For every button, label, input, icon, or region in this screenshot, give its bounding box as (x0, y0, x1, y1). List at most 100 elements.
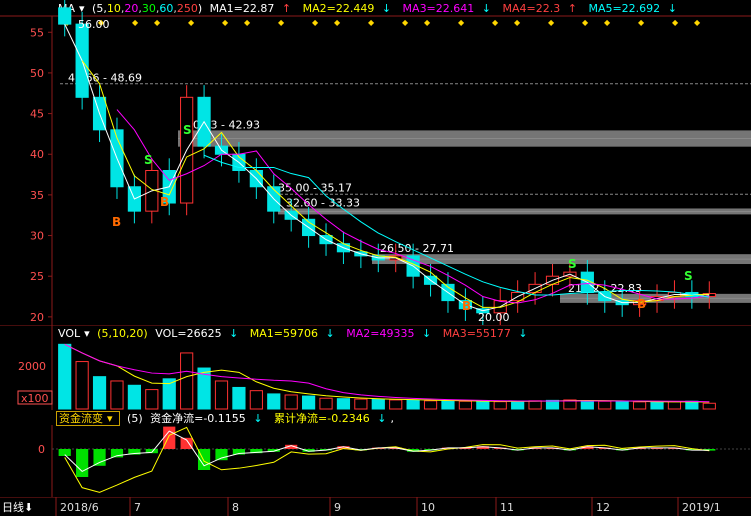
ma5-line (64, 23, 710, 312)
flow-bar (215, 449, 228, 461)
net-flow-value: 资金净流=-0.1155 ↓ (150, 412, 263, 425)
money-flow-chart[interactable]: 0 (0, 425, 751, 497)
vol-ma2-line (64, 343, 710, 403)
volume-bar (545, 399, 560, 410)
volume-bar (110, 380, 124, 410)
event-marker-icon: ◆ (402, 18, 409, 27)
volume-bar (75, 361, 89, 410)
volume-bar (232, 386, 246, 410)
event-marker-icon: ◆ (154, 18, 161, 27)
zone-label: 26.50 - 27.71 (380, 242, 454, 255)
event-marker-icon: ◆ (368, 18, 375, 27)
high-label: 56.00 (78, 18, 110, 31)
volume-bar (458, 400, 472, 410)
date-label: 12 (596, 501, 610, 514)
date-label: 9 (334, 501, 341, 514)
volume-bar (702, 402, 716, 410)
date-label: 7 (134, 501, 141, 514)
event-marker-icon: ◆ (334, 18, 341, 27)
flow-bar (76, 449, 89, 477)
stock-chart-window: MA▾ (5,10,20,30,60,250) MA1=22.87 ↑ MA2=… (0, 0, 751, 516)
volume-bar (319, 397, 333, 410)
buy-signal: B (160, 195, 169, 209)
volume-bar (336, 398, 351, 410)
price-tick-label: 35 (30, 189, 44, 202)
event-marker-icon: ◆ (278, 18, 285, 27)
event-marker-icon: ◆ (672, 18, 679, 27)
cum-flow-value: 累计净流=-0.2346 ↓, (274, 412, 394, 425)
resistance-zone (178, 130, 751, 147)
volume-bar (476, 400, 490, 410)
volume-bar (633, 401, 647, 410)
volume-bar (284, 394, 298, 410)
zone-label: 35.00 - 35.17 (278, 182, 352, 195)
event-marker-icon: ◆ (604, 18, 611, 27)
cum-flow-line (64, 426, 710, 493)
event-marker-icon: ◆ (458, 18, 465, 27)
date-label: 2019/1 (682, 501, 721, 514)
volume-bar (267, 393, 281, 410)
volume-bar (511, 400, 525, 410)
volume-bar (441, 400, 455, 410)
resistance-zone (372, 254, 751, 265)
volume-bar (615, 401, 629, 410)
candle (58, 7, 72, 25)
sell-signal: S (144, 153, 153, 167)
volume-bar (302, 395, 316, 410)
buy-signal: B (462, 299, 471, 313)
date-label: 11 (500, 501, 514, 514)
volume-bar (667, 401, 682, 410)
event-marker-icon: ◆ (514, 18, 521, 27)
event-marker-icon: ◆ (548, 18, 555, 27)
date-label: 8 (232, 501, 239, 514)
flow-header: 资金流变 ▾ (5) 资金净流=-0.1155 ↓ 累计净流=-0.2346 ↓, (56, 411, 402, 426)
volume-bar (354, 398, 368, 410)
event-marker-icon: ◆ (244, 18, 251, 27)
date-label: 2018/6 (60, 501, 99, 514)
event-marker-icon: ◆ (312, 18, 319, 27)
low-label: 20.00 (478, 311, 510, 324)
vol-tick-label: 2000 (18, 360, 46, 373)
date-axis: 2018/6 7 8 9 10 11 12 2019/1 (0, 497, 751, 516)
volume-bar (685, 400, 699, 410)
volume-bar (58, 343, 72, 410)
price-tick-label: 55 (30, 26, 44, 39)
price-chart[interactable]: 5550454035302520◆◆◆◆◆◆◆◆◆◆◆◆◆◆◆◆◆◆◆◆◆◆48… (0, 0, 751, 325)
volume-bar (180, 352, 194, 410)
event-marker-icon: ◆ (694, 18, 701, 27)
event-marker-icon: ◆ (582, 18, 589, 27)
event-marker-icon: ◆ (188, 18, 195, 27)
event-marker-icon: ◆ (132, 18, 139, 27)
zone-label: 40.93 - 42.93 (186, 118, 260, 131)
volume-bar (580, 400, 594, 410)
event-marker-icon: ◆ (424, 18, 431, 27)
volume-bar (92, 376, 107, 410)
volume-bar (249, 390, 263, 410)
sell-signal: S (684, 269, 693, 283)
date-label: 10 (421, 501, 435, 514)
sell-signal: S (183, 123, 192, 137)
volume-bar (371, 398, 385, 410)
event-marker-icon: ◆ (638, 18, 645, 27)
event-marker-icon: ◆ (222, 18, 229, 27)
chevron-down-icon: ▾ (107, 412, 113, 425)
buy-signal: B (112, 215, 121, 229)
flow-zero-label: 0 (38, 443, 45, 456)
flow-bar (93, 449, 106, 466)
ma60-line (203, 154, 710, 298)
volume-bar (214, 380, 229, 410)
flow-indicator-select[interactable]: 资金流变 ▾ (56, 411, 120, 426)
volume-bar (528, 400, 542, 410)
volume-bar (406, 399, 420, 410)
price-tick-label: 40 (30, 148, 44, 161)
price-tick-label: 30 (30, 230, 44, 243)
price-tick-label: 50 (30, 67, 44, 80)
volume-bar (145, 389, 159, 410)
vol-unit-label: x100 (21, 392, 49, 405)
buy-signal: B (637, 297, 646, 311)
flow-params[interactable]: (5) (127, 412, 143, 425)
zone-label: 32.60 - 33.33 (286, 196, 360, 209)
volume-chart[interactable]: 2000 x100 (0, 325, 751, 410)
price-tick-label: 45 (30, 108, 44, 121)
volume-bar (389, 399, 403, 410)
